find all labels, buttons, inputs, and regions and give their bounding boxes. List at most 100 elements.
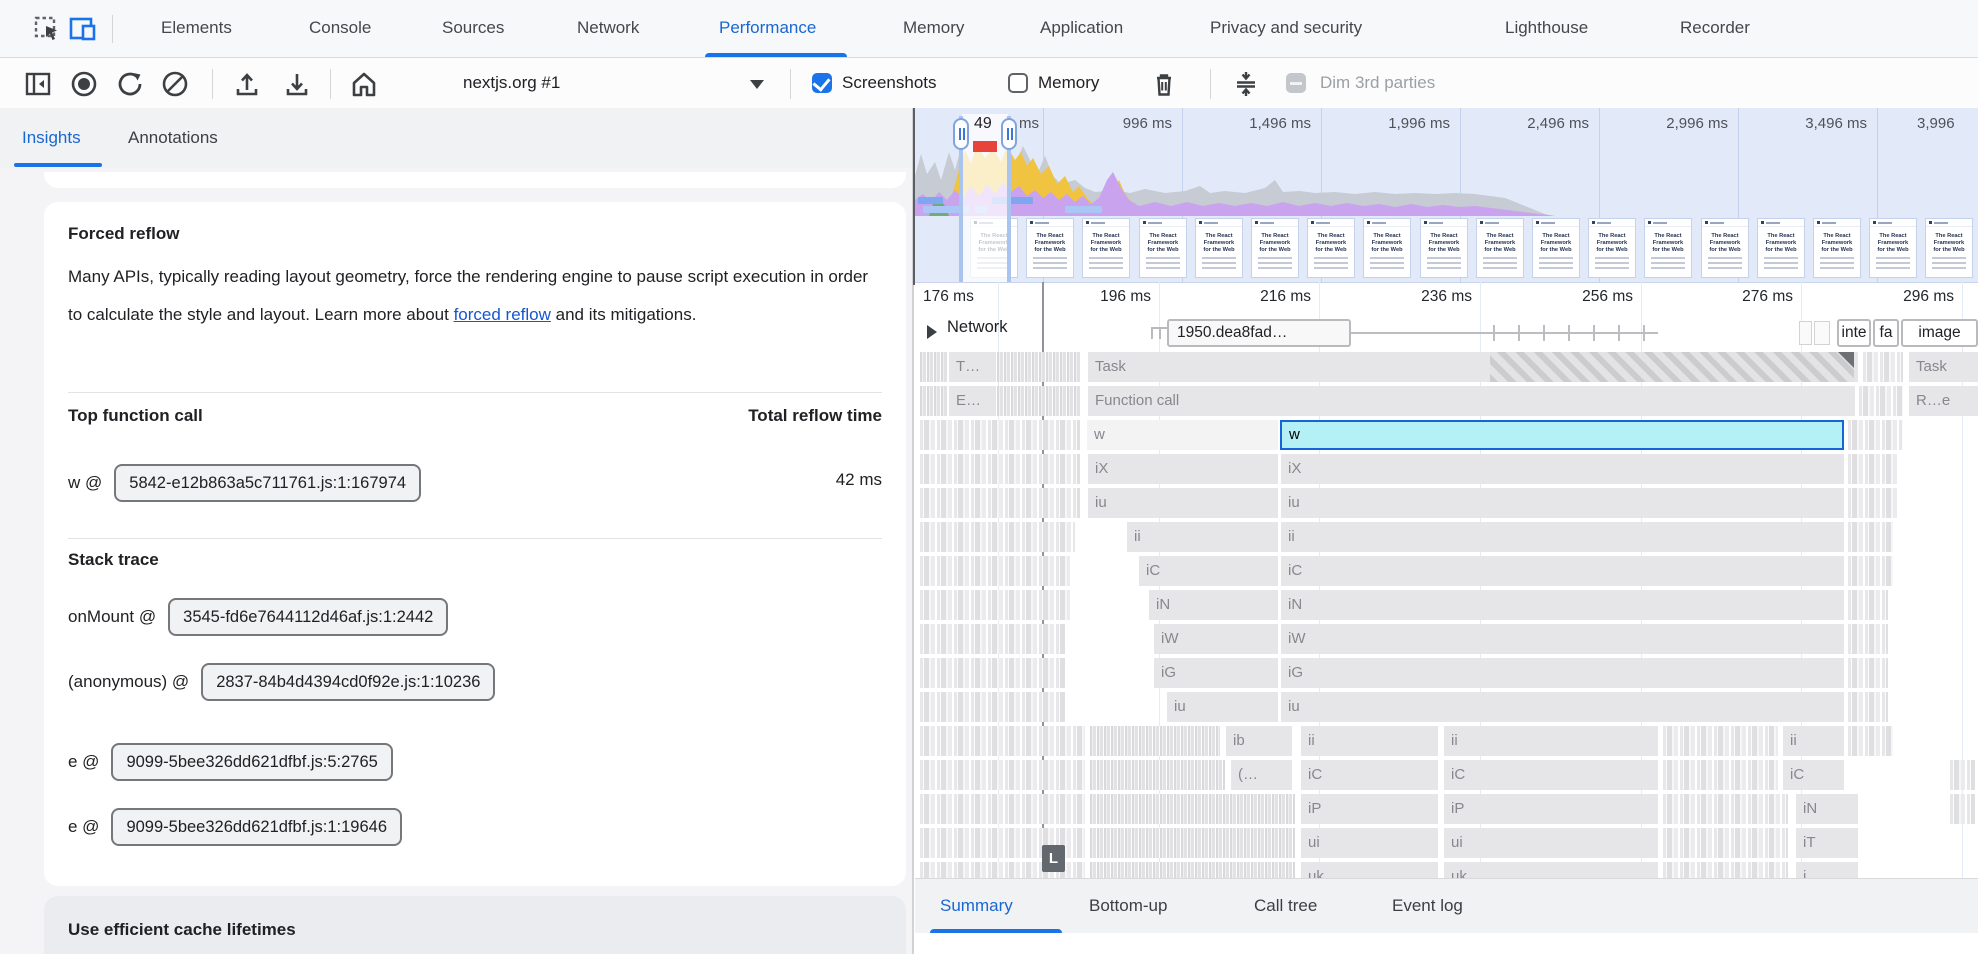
- flame-event-cluster[interactable]: [1663, 794, 1788, 824]
- flame-event-cluster[interactable]: [1663, 726, 1778, 756]
- flame-event-uk[interactable]: uk: [1443, 862, 1658, 878]
- filmstrip-screenshot[interactable]: The ReactFrameworkfor the Web: [1082, 218, 1130, 278]
- home-icon[interactable]: [350, 70, 378, 98]
- filmstrip-screenshot[interactable]: The ReactFrameworkfor the Web: [1588, 218, 1636, 278]
- filmstrip-screenshot[interactable]: The ReactFrameworkfor the Web: [1644, 218, 1692, 278]
- tab-summary[interactable]: Summary: [940, 879, 1013, 933]
- flame-event-selected[interactable]: w: [1280, 420, 1844, 450]
- tab-application[interactable]: Application: [1040, 0, 1123, 56]
- flame-event-cluster[interactable]: [920, 692, 1065, 722]
- flame-event-cluster[interactable]: [1090, 828, 1295, 858]
- tab-annotations[interactable]: Annotations: [128, 108, 218, 167]
- flame-event-Task[interactable]: Task: [1908, 352, 1978, 382]
- filmstrip-screenshot[interactable]: The ReactFrameworkfor the Web: [1420, 218, 1468, 278]
- flame-chart[interactable]: T…TaskTaskE…Function callR…ewwiXiXiuiuii…: [915, 352, 1978, 878]
- tab-elements[interactable]: Elements: [161, 0, 232, 56]
- reload-record-icon[interactable]: [116, 70, 144, 98]
- flame-event-iC[interactable]: iC: [1300, 760, 1438, 790]
- flame-event-T[interactable]: T…: [948, 352, 996, 382]
- flame-event-cluster[interactable]: [1090, 794, 1295, 824]
- network-track-label[interactable]: Network: [947, 318, 1008, 337]
- flame-event-cluster[interactable]: [1950, 794, 1975, 824]
- filmstrip-screenshot[interactable]: The ReactFrameworkfor the Web: [1195, 218, 1243, 278]
- flame-event-cluster[interactable]: [1848, 590, 1888, 620]
- flame-event-ii[interactable]: ii: [1280, 522, 1844, 552]
- filmstrip-screenshot[interactable]: The ReactFrameworkfor the Web: [1026, 218, 1074, 278]
- tab-lighthouse[interactable]: Lighthouse: [1505, 0, 1588, 56]
- memory-checkbox[interactable]: [1008, 73, 1028, 93]
- flame-event-cluster[interactable]: [1848, 488, 1898, 518]
- tab-network[interactable]: Network: [577, 0, 639, 56]
- flame-event-cluster[interactable]: [1848, 522, 1893, 552]
- flame-event-cluster[interactable]: [920, 556, 1070, 586]
- flame-event-cluster[interactable]: [1859, 386, 1903, 416]
- flame-event-cluster[interactable]: [1950, 760, 1975, 790]
- flame-event-uk[interactable]: uk: [1300, 862, 1438, 878]
- timeline-overview[interactable]: The ReactFrameworkfor the WebThe ReactFr…: [915, 108, 1978, 283]
- flame-event-[interactable]: (…: [1230, 760, 1292, 790]
- filmstrip-screenshot[interactable]: The ReactFrameworkfor the Web: [1251, 218, 1299, 278]
- memory-label[interactable]: Memory: [1038, 58, 1099, 108]
- source-location-link[interactable]: 9099-5bee326dd621dfbf.js:5:2765: [111, 743, 392, 781]
- flame-event-cluster[interactable]: [1663, 760, 1778, 790]
- upload-profile-icon[interactable]: [233, 70, 261, 98]
- flame-event-iW[interactable]: iW: [1153, 624, 1278, 654]
- flame-event-E[interactable]: E…: [948, 386, 996, 416]
- filmstrip-screenshot[interactable]: The ReactFrameworkfor the Web: [1813, 218, 1861, 278]
- flame-event-cluster[interactable]: [920, 352, 1080, 382]
- flame-event-cluster[interactable]: [1663, 828, 1788, 858]
- flame-event-cluster[interactable]: [1090, 726, 1220, 756]
- tab-event-log[interactable]: Event log: [1392, 879, 1463, 933]
- flame-event-ii[interactable]: ii: [1300, 726, 1438, 756]
- flame-event-cluster[interactable]: [1848, 624, 1888, 654]
- flame-event-cluster[interactable]: [1848, 692, 1888, 722]
- tab-privacy-and-security[interactable]: Privacy and security: [1210, 0, 1362, 56]
- flame-event-iX[interactable]: iX: [1280, 454, 1844, 484]
- flame-event-cluster[interactable]: [920, 794, 1085, 824]
- network-request[interactable]: 1950.dea8fad…: [1167, 319, 1351, 347]
- screenshots-label[interactable]: Screenshots: [842, 58, 937, 108]
- flame-event-iN[interactable]: iN: [1148, 590, 1278, 620]
- flame-event-iN[interactable]: iN: [1795, 794, 1858, 824]
- device-toolbar-icon[interactable]: [68, 15, 98, 43]
- tab-performance[interactable]: Performance: [719, 0, 816, 56]
- flame-event-cluster[interactable]: [920, 624, 1065, 654]
- selection-right-handle[interactable]: [1001, 118, 1017, 150]
- clear-icon[interactable]: [161, 70, 189, 98]
- flame-event-iC[interactable]: iC: [1782, 760, 1844, 790]
- tab-bottom-up[interactable]: Bottom-up: [1089, 879, 1167, 933]
- flame-event-cluster[interactable]: [920, 420, 1080, 450]
- flame-event-ii[interactable]: ii: [1126, 522, 1278, 552]
- selection-left-handle[interactable]: [953, 118, 969, 150]
- record-icon[interactable]: [70, 70, 98, 98]
- flame-event-ui[interactable]: ui: [1443, 828, 1658, 858]
- flame-event-long-task-hatch[interactable]: [1490, 352, 1854, 382]
- flame-event-cluster[interactable]: [1848, 556, 1893, 586]
- history-selector[interactable]: nextjs.org #1: [463, 58, 560, 108]
- source-location-link[interactable]: 9099-5bee326dd621dfbf.js:1:19646: [111, 808, 402, 846]
- inspect-element-icon[interactable]: [33, 15, 61, 43]
- dim-3rd-parties-checkbox[interactable]: [1286, 73, 1306, 93]
- source-location-link[interactable]: 5842-e12b863a5c711761.js:1:167974: [114, 464, 421, 502]
- network-request[interactable]: image: [1901, 319, 1978, 347]
- flame-event-cluster[interactable]: [920, 658, 1065, 688]
- flame-event-iu[interactable]: iu: [1166, 692, 1278, 722]
- source-location-link[interactable]: 2837-84b4d4394cd0f92e.js:1:10236: [201, 663, 495, 701]
- flame-event-w[interactable]: w: [1087, 420, 1278, 450]
- flame-event-cluster[interactable]: [1863, 352, 1903, 382]
- flame-event-cluster[interactable]: [1663, 862, 1788, 878]
- flame-event-cluster[interactable]: [1090, 862, 1295, 878]
- screenshots-checkbox[interactable]: [812, 73, 832, 93]
- flame-event-ii[interactable]: ii: [1782, 726, 1844, 756]
- flame-event-ib[interactable]: ib: [1225, 726, 1292, 756]
- download-profile-icon[interactable]: [283, 70, 311, 98]
- tab-console[interactable]: Console: [309, 0, 371, 56]
- flame-event-cluster[interactable]: [1848, 658, 1888, 688]
- tab-memory[interactable]: Memory: [903, 0, 964, 56]
- network-request[interactable]: fa: [1873, 319, 1899, 347]
- flame-event-iu[interactable]: iu: [1087, 488, 1278, 518]
- flame-event-iC[interactable]: iC: [1443, 760, 1658, 790]
- garbage-collect-icon[interactable]: [1150, 70, 1178, 98]
- flame-event-ii[interactable]: ii: [1443, 726, 1658, 756]
- tab-sources[interactable]: Sources: [442, 0, 504, 56]
